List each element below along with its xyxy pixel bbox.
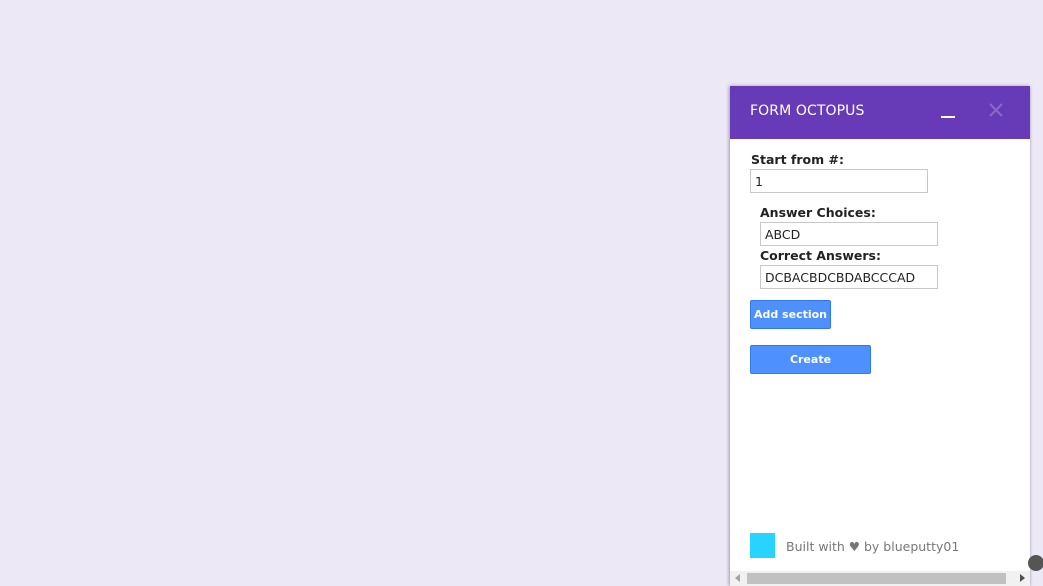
horizontal-scrollbar[interactable] [730, 571, 1030, 586]
scroll-left-icon[interactable] [735, 574, 740, 582]
create-spreadsheet-button[interactable]: Create Spreadsheet [750, 345, 871, 393]
correct-answers-input[interactable] [760, 265, 938, 289]
sidebar-header: FORM OCTOPUS [730, 86, 1030, 139]
sidebar-title: FORM OCTOPUS [750, 103, 865, 119]
close-button[interactable] [984, 100, 1008, 124]
edge-circle-icon [1028, 555, 1043, 571]
start-from-label: Start from #: [751, 152, 844, 167]
close-icon [989, 103, 1003, 117]
author-logo [750, 533, 775, 558]
answer-choices-input[interactable] [760, 222, 938, 246]
scroll-right-icon[interactable] [1020, 574, 1025, 582]
minimize-icon [941, 116, 955, 118]
start-from-input[interactable] [750, 169, 928, 193]
correct-answers-label: Correct Answers: [760, 248, 881, 263]
form-octopus-sidebar: FORM OCTOPUS Start from #: Answer Choice… [730, 86, 1030, 586]
scrollbar-thumb[interactable] [747, 573, 1006, 584]
footer-credit: Built with ♥ by blueputty01 [786, 539, 960, 554]
answer-choices-label: Answer Choices: [760, 205, 876, 220]
add-section-button[interactable]: Add section [750, 300, 831, 329]
minimize-button[interactable] [936, 104, 960, 124]
